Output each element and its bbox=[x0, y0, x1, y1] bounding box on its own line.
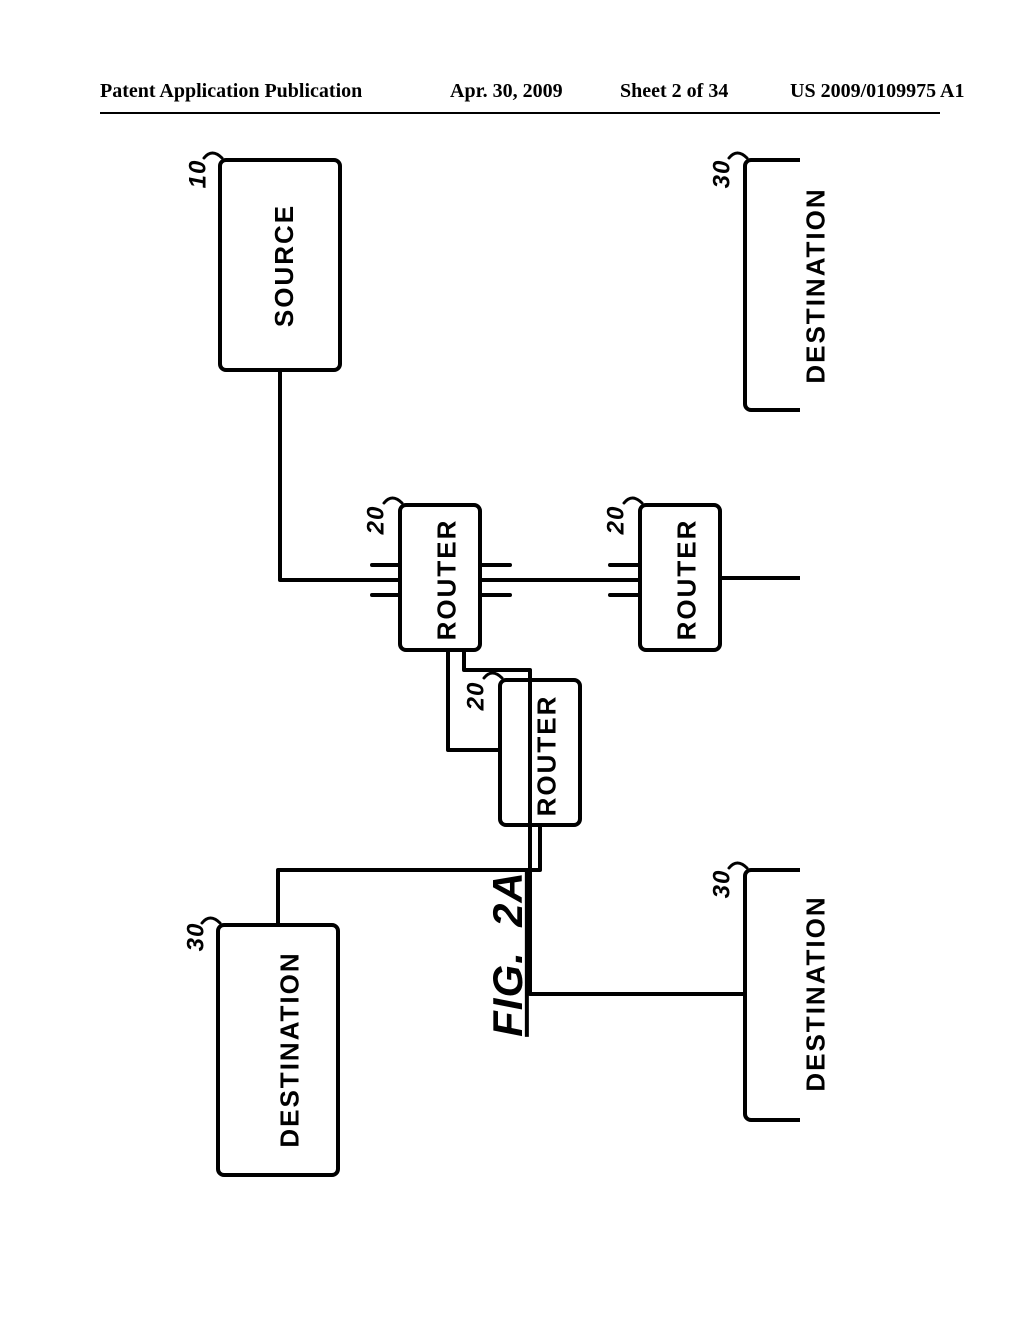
ref-router-c: 20 bbox=[602, 506, 630, 535]
page-root: { "header": { "publication_label": "Pate… bbox=[0, 0, 1024, 1320]
header-rule bbox=[100, 112, 940, 114]
label-dest-top: DESTINATION bbox=[801, 187, 832, 383]
figure-2a: SOURCE ROUTER ROUTER ROUTER DESTINATION … bbox=[190, 150, 800, 1190]
ref-source: 10 bbox=[184, 160, 212, 189]
label-router-c: ROUTER bbox=[671, 519, 702, 641]
leader-destTop bbox=[729, 153, 747, 158]
publication-label: Patent Application Publication bbox=[100, 80, 362, 103]
label-dest-right: DESTINATION bbox=[801, 895, 832, 1091]
leader-routerB bbox=[484, 673, 502, 678]
leader-destRight bbox=[729, 863, 747, 868]
publication-number: US 2009/0109975 A1 bbox=[790, 80, 964, 103]
leader-routerA bbox=[384, 498, 402, 503]
ref-dest-top: 30 bbox=[708, 160, 736, 189]
publication-date: Apr. 30, 2009 bbox=[450, 80, 563, 103]
figure-caption: FIG._2A bbox=[484, 871, 532, 1037]
link-source-routerA bbox=[280, 370, 400, 580]
sheet-number: Sheet 2 of 34 bbox=[620, 80, 728, 103]
leader-routerC bbox=[624, 498, 642, 503]
label-source: SOURCE bbox=[269, 204, 300, 327]
ref-dest-left: 30 bbox=[182, 923, 210, 952]
box-dest-right bbox=[745, 870, 800, 1120]
ref-router-a: 20 bbox=[362, 506, 390, 535]
ref-router-b: 20 bbox=[462, 682, 490, 711]
ref-dest-right: 30 bbox=[708, 870, 736, 899]
page-header: Patent Application Publication Apr. 30, … bbox=[0, 80, 1024, 110]
label-router-a: ROUTER bbox=[431, 519, 462, 641]
label-router-b: ROUTER bbox=[531, 695, 562, 817]
box-dest-top bbox=[745, 160, 800, 410]
link-routerC-destTop bbox=[720, 410, 800, 578]
label-dest-left: DESTINATION bbox=[275, 951, 306, 1147]
leader-source bbox=[204, 153, 222, 158]
